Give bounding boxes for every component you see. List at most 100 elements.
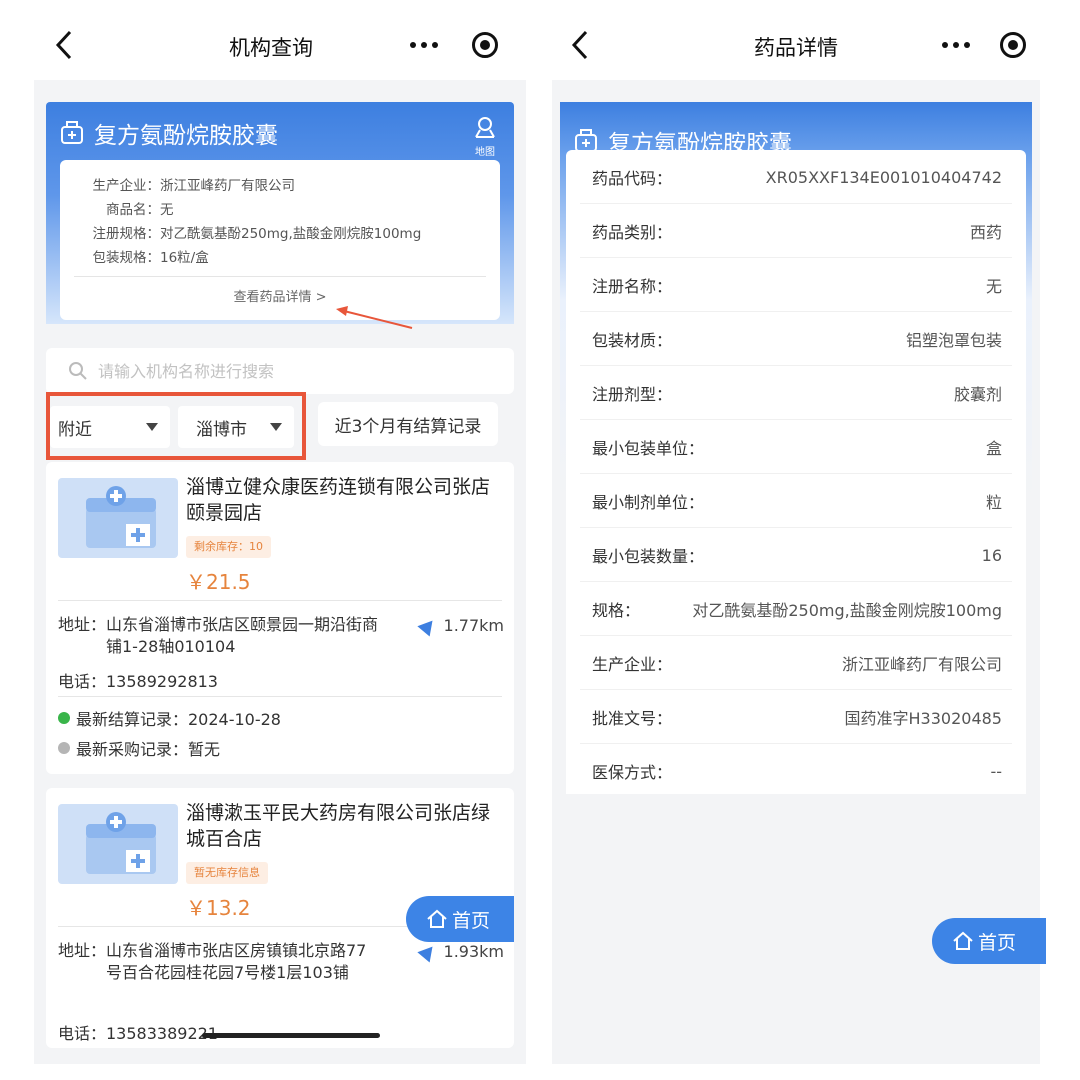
content-panel: 复方氨酚烷胺胶囊 药品代码： XR05XXF134E001010404742 药品…: [552, 80, 1046, 1064]
detail-row: 最小包装单位： 盒: [580, 420, 1012, 474]
search-icon: [69, 362, 87, 380]
store-name[interactable]: 淄博立健众康医药连锁有限公司张店颐景园店: [186, 474, 504, 526]
institution-query-screen: 机构查询 复方氨酚烷胺胶囊 地图 生产企业： 浙江亚峰药厂有限公司 商品名：无 注…: [16, 0, 526, 1080]
home-button[interactable]: 首页: [932, 918, 1046, 964]
store-name[interactable]: 淄博漱玉平民大药房有限公司张店绿城百合店: [186, 800, 504, 852]
detail-value: 盒: [985, 439, 1002, 458]
pharmacy-icon: [86, 486, 156, 548]
detail-key: 最小包装单位：: [592, 439, 705, 458]
store-card[interactable]: 淄博立健众康医药连锁有限公司张店颐景园店 剩余库存：10 ￥21.5 地址： 山东…: [46, 462, 514, 774]
detail-value: 国药准字H33020485: [844, 709, 1002, 728]
view-drug-detail-link[interactable]: 查看药品详情 >: [60, 286, 500, 305]
map-button[interactable]: 地图: [470, 114, 500, 158]
detail-row: 药品类别： 西药: [580, 204, 1012, 258]
map-label: 地图: [475, 147, 495, 158]
drug-detail-screen: 药品详情 复方氨酚烷胺胶囊 药品代码： XR05XXF134E0010104047…: [546, 0, 1046, 1080]
nearby-select-value: 附近: [58, 419, 92, 440]
detail-row: 包装材质： 铝塑泡罩包装: [580, 312, 1012, 366]
settlement-filter-button[interactable]: 近3个月有结算记录: [318, 402, 498, 446]
info-label: 生产企业：: [92, 178, 161, 194]
detail-row: 生产企业： 浙江亚峰药厂有限公司: [580, 636, 1012, 690]
purchase-record: 最新采购记录：暂无: [58, 736, 220, 760]
detail-row: 注册剂型： 胶囊剂: [580, 366, 1012, 420]
detail-key: 生产企业：: [592, 655, 673, 674]
navbar: 机构查询: [16, 18, 526, 74]
info-row-spec: 注册规格： 对乙酰氨基酚250mg,盐酸金刚烷胺100mg: [76, 222, 422, 242]
drug-header: 复方氨酚烷胺胶囊 地图 生产企业： 浙江亚峰药厂有限公司 商品名：无 注册规格：对…: [46, 102, 514, 324]
home-icon: [427, 909, 447, 928]
detail-value: 粒: [985, 493, 1002, 512]
distance-value: 1.77km: [443, 616, 504, 635]
detail-value: 西药: [969, 223, 1002, 242]
info-row-package: 包装规格： 16粒/盒: [76, 246, 209, 266]
more-icon[interactable]: [942, 40, 972, 50]
pharmacy-thumbnail: [58, 804, 178, 884]
detail-row: 最小制剂单位： 粒: [580, 474, 1012, 528]
home-label: 首页: [452, 909, 491, 932]
pharmacy-icon: [86, 812, 156, 874]
store-distance: 1.77km: [416, 614, 504, 637]
detail-key: 最小制剂单位：: [592, 493, 705, 512]
detail-key: 包装材质：: [592, 331, 673, 350]
detail-key: 药品代码：: [592, 169, 673, 188]
info-value: 无: [160, 202, 174, 218]
detail-row: 注册名称： 无: [580, 258, 1012, 312]
info-value: 对乙酰氨基酚250mg,盐酸金刚烷胺100mg: [160, 226, 422, 242]
home-indicator: [202, 1033, 380, 1038]
check-icon: [58, 742, 70, 754]
detail-key: 注册名称：: [592, 277, 673, 296]
home-button[interactable]: 首页: [406, 896, 514, 942]
detail-row: 医保方式： --: [580, 744, 1012, 798]
city-select-value: 淄博市: [196, 419, 247, 440]
filter-highlight: 附近 淄博市: [46, 392, 306, 460]
price: ￥21.5: [186, 570, 251, 594]
chevron-down-icon: [146, 423, 158, 431]
search-box[interactable]: [46, 348, 514, 394]
info-label: 商品名：: [106, 202, 160, 218]
target-icon[interactable]: [1000, 32, 1026, 58]
detail-row: 规格： 对乙酰氨基酚250mg,盐酸金刚烷胺100mg: [580, 582, 1012, 636]
detail-value: --: [990, 761, 1002, 781]
target-icon[interactable]: [472, 32, 498, 58]
detail-value: XR05XXF134E001010404742: [765, 167, 1002, 187]
store-phone[interactable]: 电话：13589292813: [58, 668, 218, 692]
check-icon: [58, 712, 70, 724]
divider: [58, 600, 502, 601]
address-label: 地址：: [58, 615, 107, 634]
drug-info-card: 生产企业： 浙江亚峰药厂有限公司 商品名：无 注册规格： 对乙酰氨基酚250mg,盐…: [60, 160, 500, 320]
detail-value: 铝塑泡罩包装: [905, 331, 1002, 350]
store-phone[interactable]: 电话：13583389221: [58, 1020, 218, 1044]
price: ￥13.2: [186, 896, 251, 920]
annotation-arrow-icon: [336, 306, 413, 329]
divider: [58, 696, 502, 697]
stock-badge: 剩余库存：10: [186, 536, 271, 558]
detail-key: 医保方式：: [592, 763, 673, 782]
nearby-select[interactable]: 附近: [50, 406, 170, 448]
detail-value: 胶囊剂: [953, 385, 1002, 404]
home-icon: [953, 931, 973, 950]
detail-row: 批准文号： 国药准字H33020485: [580, 690, 1012, 744]
chevron-down-icon: [270, 423, 282, 431]
store-address: 地址： 山东省淄博市张店区颐景园一期沿街商铺1-28轴010104: [58, 614, 378, 658]
search-input[interactable]: [98, 361, 458, 381]
info-label: 注册规格：: [92, 226, 161, 242]
detail-value: 无: [985, 277, 1002, 296]
more-icon[interactable]: [410, 40, 440, 50]
content-panel: 复方氨酚烷胺胶囊 地图 生产企业： 浙江亚峰药厂有限公司 商品名：无 注册规格：对…: [34, 80, 526, 1064]
city-select[interactable]: 淄博市: [178, 406, 294, 448]
address-label: 地址：: [58, 941, 107, 960]
settlement-record: 最新结算记录：2024-10-28: [58, 706, 281, 730]
info-value: 16粒/盒: [160, 250, 209, 266]
distance-value: 1.93km: [443, 942, 504, 961]
store-address: 地址： 山东省淄博市张店区房镇镇北京路77号百合花园桂花园7号楼1层103铺: [58, 940, 378, 984]
map-pin-icon: [475, 117, 495, 138]
drug-detail-card: 药品代码： XR05XXF134E001010404742 药品类别： 西药 注册名…: [566, 150, 1026, 794]
detail-key: 最小包装数量：: [592, 547, 705, 566]
navigation-icon: [416, 940, 439, 963]
info-row-manufacturer: 生产企业： 浙江亚峰药厂有限公司: [76, 174, 296, 194]
page-title: 机构查询: [229, 36, 313, 60]
detail-row: 最小包装数量： 16: [580, 528, 1012, 582]
info-value: 浙江亚峰药厂有限公司: [160, 178, 295, 194]
detail-value: 16: [981, 545, 1002, 565]
pharmacy-thumbnail: [58, 478, 178, 558]
